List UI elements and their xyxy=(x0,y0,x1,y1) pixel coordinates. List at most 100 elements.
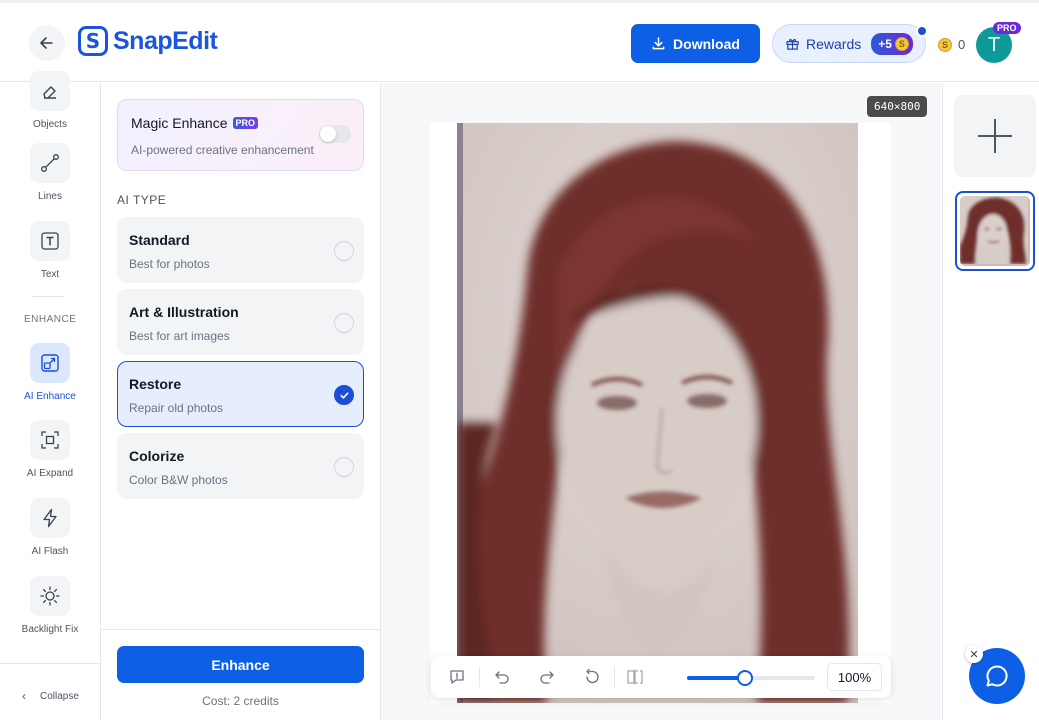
app-logo[interactable]: S SnapEdit xyxy=(78,26,218,56)
collapse-button[interactable]: ‹ Collapse xyxy=(22,689,79,703)
sidebar-item-label: AI Flash xyxy=(31,546,69,557)
option-radio[interactable] xyxy=(334,241,354,261)
redo-icon[interactable] xyxy=(537,667,557,687)
zoom-level[interactable]: 100% xyxy=(827,663,882,691)
option-radio-checked[interactable] xyxy=(334,385,354,405)
gift-icon xyxy=(786,39,799,50)
arrow-left-icon xyxy=(40,37,53,49)
close-icon[interactable]: ✕ xyxy=(965,645,983,663)
magic-enhance-title: Magic Enhance PRO xyxy=(131,115,259,131)
sidebar-item-lines[interactable]: Lines xyxy=(0,143,100,202)
option-title: Colorize xyxy=(129,448,185,464)
expand-icon xyxy=(30,420,70,460)
option-subtitle: Best for photos xyxy=(129,257,210,271)
editor-canvas: 640×800 100% xyxy=(381,83,941,720)
cost-label: Cost: 2 credits xyxy=(202,694,279,708)
magic-enhance-subtitle: AI-powered creative enhancement xyxy=(131,143,314,157)
option-title: Art & Illustration xyxy=(129,304,239,320)
image-frame xyxy=(430,123,891,703)
option-title: Standard xyxy=(129,232,190,248)
sidebar-divider xyxy=(32,296,64,297)
check-icon xyxy=(339,391,349,399)
thumbnail-image xyxy=(960,196,1028,264)
credits-value: 0 xyxy=(958,37,966,52)
option-subtitle: Repair old photos xyxy=(129,401,224,415)
download-button[interactable]: Download xyxy=(631,24,760,63)
compare-icon[interactable] xyxy=(625,667,645,687)
sidebar-item-ai-enhance[interactable]: AI Enhance xyxy=(0,343,100,402)
sidebar-item-backlight-fix[interactable]: Backlight Fix xyxy=(0,576,100,635)
toolbar-divider xyxy=(479,667,480,687)
coin-icon: S xyxy=(938,37,952,52)
logo-text: SnapEdit xyxy=(113,26,218,55)
enhance-icon xyxy=(30,343,70,383)
ai-type-option-restore[interactable]: Restore Repair old photos xyxy=(117,361,364,427)
option-title: Restore xyxy=(129,376,182,392)
enhance-button[interactable]: Enhance xyxy=(117,646,364,683)
sidebar-item-objects[interactable]: Objects xyxy=(0,71,100,130)
ai-type-heading: AI TYPE xyxy=(117,193,167,207)
sidebar-item-text[interactable]: Text xyxy=(0,221,100,280)
toolbar-divider xyxy=(614,667,615,687)
back-button[interactable] xyxy=(29,25,65,61)
eraser-icon xyxy=(30,71,70,111)
sidebar-item-label: AI Enhance xyxy=(24,391,76,402)
rewards-bonus-badge: +5 S xyxy=(871,32,913,55)
sidebar-item-ai-flash[interactable]: AI Flash xyxy=(0,498,100,557)
sidebar-item-label: AI Expand xyxy=(26,468,74,479)
thumbnail-preview xyxy=(960,196,1030,266)
portrait-image xyxy=(457,123,858,703)
sidebar-item-label: Objects xyxy=(33,119,67,130)
option-radio[interactable] xyxy=(334,313,354,333)
chevron-left-icon: ‹ xyxy=(22,689,26,703)
image-list-sidebar xyxy=(942,83,1039,720)
snapedit-app: S SnapEdit Download Rewards +5 S S 0 T P… xyxy=(0,0,1039,720)
option-subtitle: Color B&W photos xyxy=(129,473,228,487)
ai-type-option-colorize[interactable]: Colorize Color B&W photos xyxy=(117,433,364,499)
image-thumbnail[interactable] xyxy=(955,191,1035,271)
logo-mark: S xyxy=(78,26,108,56)
download-label: Download xyxy=(673,35,740,52)
rewards-label: Rewards xyxy=(806,35,862,52)
sun-icon xyxy=(30,576,70,616)
notification-dot xyxy=(916,25,928,37)
credits-counter[interactable]: S 0 xyxy=(938,37,965,52)
portrait-photo[interactable] xyxy=(457,123,858,703)
panel-footer: Enhance Cost: 2 credits xyxy=(101,629,380,720)
zoom-slider-fill xyxy=(687,676,745,680)
zoom-slider[interactable] xyxy=(687,670,815,686)
magic-enhance-label: Magic Enhance xyxy=(131,115,228,131)
undo-icon[interactable] xyxy=(492,667,512,687)
zoom-slider-thumb[interactable] xyxy=(736,670,753,686)
plus-icon xyxy=(978,119,1012,153)
ai-type-option-art-illustration[interactable]: Art & Illustration Best for art images xyxy=(117,289,364,355)
pro-chip: PRO xyxy=(232,117,259,129)
ai-type-option-standard[interactable]: Standard Best for photos xyxy=(117,217,364,283)
sidebar-item-label: Backlight Fix xyxy=(21,624,79,635)
report-icon[interactable] xyxy=(447,667,467,687)
magic-enhance-card[interactable]: Magic Enhance PRO AI-powered creative en… xyxy=(117,99,364,171)
collapse-label: Collapse xyxy=(40,690,79,702)
option-radio[interactable] xyxy=(334,457,354,477)
reset-icon[interactable] xyxy=(582,667,602,687)
toggle-knob xyxy=(320,126,336,142)
rewards-bonus: +5 xyxy=(878,36,892,51)
app-header: S SnapEdit Download Rewards +5 S S 0 T P… xyxy=(0,3,1039,82)
sidebar-item-ai-expand[interactable]: AI Expand xyxy=(0,420,100,479)
sidebar-item-label: Lines xyxy=(38,191,62,202)
flash-icon xyxy=(30,498,70,538)
download-icon xyxy=(652,37,665,50)
tool-sidebar: Objects Lines Text ENHANCE AI Enhance AI… xyxy=(0,71,101,720)
pro-badge: PRO xyxy=(993,22,1021,34)
enhance-settings-panel: Magic Enhance PRO AI-powered creative en… xyxy=(101,83,381,720)
option-subtitle: Best for art images xyxy=(129,329,230,343)
chat-icon xyxy=(986,665,1008,687)
line-icon xyxy=(30,143,70,183)
sidebar-footer: ‹ Collapse xyxy=(0,663,100,720)
text-icon xyxy=(30,221,70,261)
magic-enhance-toggle[interactable] xyxy=(319,125,351,143)
canvas-toolbar: 100% xyxy=(431,656,891,698)
coin-icon: S xyxy=(894,36,909,51)
rewards-button[interactable]: Rewards +5 S xyxy=(772,24,926,63)
add-image-button[interactable] xyxy=(954,95,1036,177)
